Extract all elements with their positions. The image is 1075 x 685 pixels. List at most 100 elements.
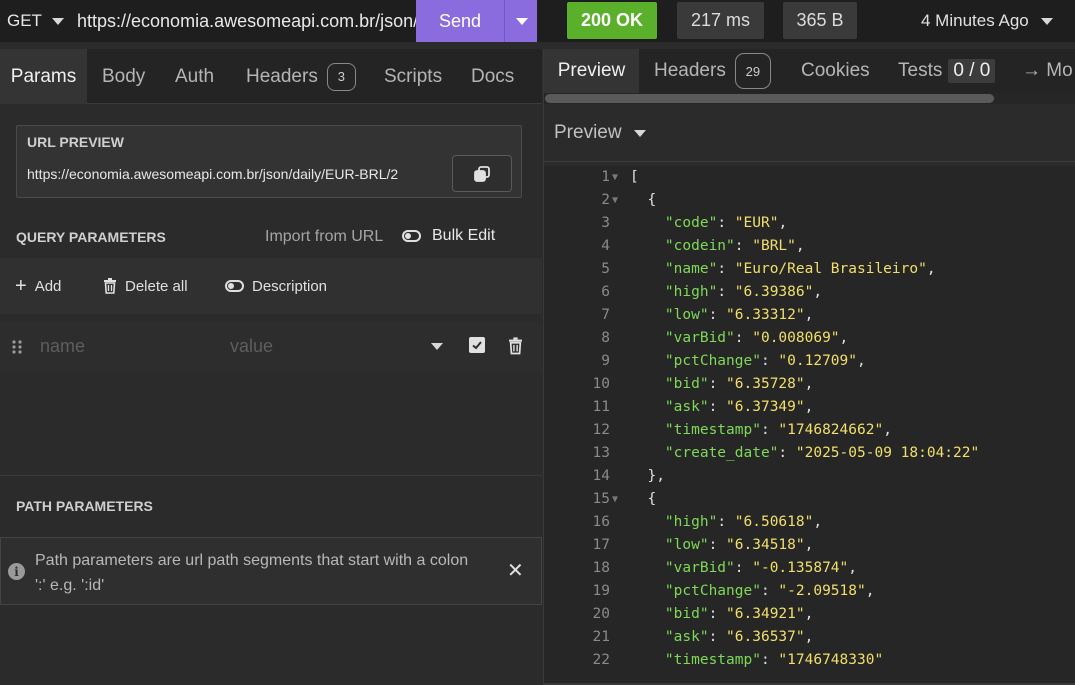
json-string: "1746748330": [778, 652, 884, 668]
request-pane: Params Body Auth Headers 3 Scripts Docs …: [0, 49, 542, 685]
code-line: 16 "high": "6.50618",: [544, 511, 1075, 534]
url-input[interactable]: https://economia.awesomeapi.com.br/json/…: [77, 0, 417, 42]
fold-chevron-icon[interactable]: ▼: [612, 488, 618, 511]
line-number: 17: [592, 537, 610, 553]
code-line: 9 "pctChange": "0.12709",: [544, 350, 1075, 373]
bulk-edit-label: Bulk Edit: [432, 227, 496, 244]
toggle-icon: [225, 280, 244, 292]
param-type-chevron-icon[interactable]: [431, 343, 443, 350]
code-text: "low": "6.33312",: [630, 304, 813, 327]
path-params-info: i Path parameters are url path segments …: [0, 537, 542, 605]
tab-label: Body: [102, 65, 146, 87]
toggle-icon: [402, 230, 421, 242]
code-line: 10 "bid": "6.35728",: [544, 373, 1075, 396]
json-string: "1746824662": [778, 422, 884, 438]
json-punctuation: [630, 353, 665, 369]
delete-param-trash-icon[interactable]: [508, 337, 523, 355]
send-label: Send: [438, 10, 482, 31]
close-icon[interactable]: ✕: [507, 558, 524, 583]
delete-all-button[interactable]: Delete all: [103, 258, 188, 314]
json-punctuation: [630, 330, 665, 346]
json-punctuation: [630, 606, 665, 622]
tab-response-headers[interactable]: Headers 29: [654, 49, 771, 93]
line-number: 5: [601, 261, 610, 277]
json-key: "varBid": [664, 560, 735, 576]
tab-docs[interactable]: Docs: [471, 49, 514, 104]
send-button[interactable]: Send: [416, 0, 537, 42]
json-punctuation: :: [717, 215, 735, 231]
code-text: "code": "EUR",: [630, 212, 787, 235]
json-punctuation: [: [630, 169, 639, 185]
tab-headers[interactable]: Headers 3: [246, 49, 356, 104]
json-key: "name": [664, 261, 718, 277]
json-punctuation: ,: [804, 376, 814, 392]
code-line: 4 "codein": "BRL",: [544, 235, 1075, 258]
json-punctuation: [630, 652, 665, 668]
code-text: {: [630, 189, 656, 212]
tab-auth[interactable]: Auth: [175, 49, 214, 104]
fold-chevron-icon[interactable]: ▼: [612, 166, 618, 189]
line-number: 10: [592, 376, 610, 392]
drag-handle-icon[interactable]: [12, 340, 22, 354]
code-text: "codein": "BRL",: [630, 235, 805, 258]
tabs-scrollbar[interactable]: [544, 93, 1075, 104]
json-punctuation: ,: [883, 422, 892, 438]
preview-mode-dropdown[interactable]: Preview: [554, 122, 646, 144]
json-punctuation: },: [630, 468, 665, 484]
copy-url-button[interactable]: [452, 155, 512, 192]
json-punctuation: [630, 215, 665, 231]
method-select[interactable]: GET: [0, 0, 72, 42]
line-number: 4: [601, 238, 610, 254]
json-punctuation: [630, 583, 665, 599]
param-enabled-checkbox[interactable]: [469, 337, 485, 353]
line-number: 1: [601, 169, 610, 185]
json-punctuation: :: [760, 652, 779, 668]
tab-cookies[interactable]: Cookies: [801, 49, 870, 93]
tab-tests[interactable]: Tests 0 / 0: [898, 49, 996, 93]
json-punctuation: :: [717, 261, 735, 277]
code-text: "varBid": "0.008069",: [630, 327, 848, 350]
response-body-viewer[interactable]: 1 ▼[2 ▼ {3 "code": "EUR", 4 "codein": "BRL"…: [544, 166, 1075, 685]
send-options-chevron-icon[interactable]: [516, 17, 528, 25]
line-number: 7: [601, 307, 610, 323]
json-punctuation: :: [760, 422, 779, 438]
code-line: 19 "pctChange": "-2.09518",: [544, 580, 1075, 603]
import-from-url-button[interactable]: Import from URL: [265, 228, 383, 246]
json-string: "6.36537": [726, 629, 805, 645]
json-string: "6.39386": [734, 284, 814, 300]
json-string: "6.34518": [726, 537, 805, 553]
code-text: "bid": "6.34921",: [630, 603, 813, 626]
request-bar: GET https://economia.awesomeapi.com.br/j…: [0, 0, 1075, 42]
description-toggle[interactable]: Description: [225, 258, 327, 314]
param-name-input[interactable]: name: [40, 336, 85, 357]
description-label: Description: [252, 277, 328, 295]
params-actions: + Add Delete all Description: [0, 258, 542, 314]
code-line: 20 "bid": "6.34921",: [544, 603, 1075, 626]
url-preview-box: URL PREVIEW https://economia.awesomeapi.…: [16, 125, 522, 198]
json-punctuation: [630, 399, 665, 415]
tab-scripts[interactable]: Scripts: [384, 49, 442, 104]
tab-body[interactable]: Body: [102, 49, 145, 104]
line-number: 15: [592, 491, 610, 507]
scrollbar-thumb[interactable]: [545, 94, 994, 103]
json-punctuation: [630, 376, 665, 392]
code-text: "varBid": "-0.135874",: [630, 557, 857, 580]
json-punctuation: [630, 514, 665, 530]
fold-chevron-icon[interactable]: ▼: [612, 189, 618, 212]
tab-label: Headers: [246, 65, 318, 87]
tab-label: Scripts: [384, 65, 443, 87]
tab-params[interactable]: Params: [0, 49, 87, 104]
history-dropdown[interactable]: 4 Minutes Ago: [921, 0, 1053, 42]
bulk-edit-toggle[interactable]: Bulk Edit: [402, 227, 495, 245]
add-param-button[interactable]: + Add: [15, 258, 61, 314]
tab-more[interactable]: → Mo: [1022, 49, 1073, 93]
tab-label: Cookies: [801, 60, 870, 81]
line-number: 22: [592, 652, 610, 668]
tab-preview[interactable]: Preview: [544, 49, 639, 93]
json-string: "6.35728": [726, 376, 805, 392]
json-string: "-2.09518": [778, 583, 866, 599]
json-key: "codein": [664, 238, 735, 254]
param-value-input[interactable]: value: [230, 336, 273, 357]
code-text: "name": "Euro/Real Brasileiro",: [630, 258, 936, 281]
json-punctuation: :: [708, 629, 727, 645]
